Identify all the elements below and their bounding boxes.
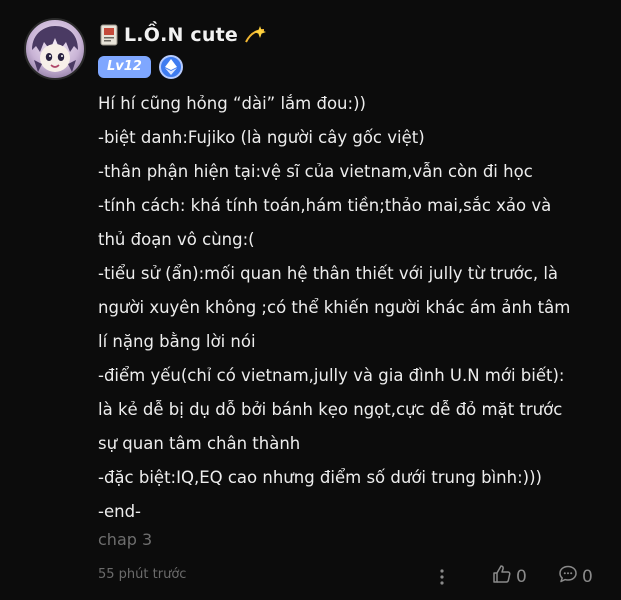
comment-button[interactable]: 0 <box>558 564 593 589</box>
content-line: -tính cách: khá tính toán,hám tiền;thảo … <box>98 196 552 215</box>
like-button[interactable]: 0 <box>492 564 527 589</box>
author-name[interactable]: L.Ồ.N cute <box>124 24 238 46</box>
comment-card: L.Ồ.N cute Lv12 Hí hí cũng hỏng “dài” lắ… <box>0 0 621 600</box>
content-line: -thân phận hiện tại:vệ sĩ của vietnam,vẫ… <box>98 162 533 181</box>
avatar[interactable] <box>24 18 86 80</box>
post-content: Hí hí cũng hỏng “dài” lắm đou:)) -biệt d… <box>98 87 603 529</box>
content-line: -biệt danh:Fujiko (là người cây gốc việt… <box>98 128 425 147</box>
content-line: thủ đoạn vô cùng:( <box>98 230 255 249</box>
content-line: Hí hí cũng hỏng “dài” lắm đou:)) <box>98 94 366 113</box>
chapter-label: chap 3 <box>98 530 153 549</box>
identification-card-icon <box>100 24 118 46</box>
comment-count: 0 <box>582 566 593 587</box>
more-options-icon[interactable] <box>438 568 446 586</box>
badge-row: Lv12 <box>98 55 183 79</box>
like-count: 0 <box>516 566 527 587</box>
level-badge: Lv12 <box>98 56 151 78</box>
content-line: lí nặng bằng lời nói <box>98 332 256 351</box>
content-line: -đặc biệt:IQ,EQ cao nhưng điểm số dưới t… <box>98 468 542 487</box>
content-line: là kẻ dễ bị dụ dỗ bởi bánh kẹo ngọt,cực … <box>98 400 563 419</box>
thumbs-up-icon <box>492 564 512 589</box>
content-line: sự quan tâm chân thành <box>98 434 301 453</box>
content-line: -tiểu sử (ẩn):mối quan hệ thân thiết với… <box>98 264 559 283</box>
content-line: -end- <box>98 502 141 521</box>
comment-bubble-icon <box>558 564 578 589</box>
timestamp: 55 phút trước <box>98 567 187 582</box>
content-line: người xuyên không ;có thể khiến người kh… <box>98 298 571 317</box>
ethereum-badge-icon <box>158 55 183 79</box>
content-line: -điểm yếu(chỉ có vietnam,jully và gia đì… <box>98 366 565 385</box>
dizzy-sparkle-icon <box>244 24 268 46</box>
author-name-row[interactable]: L.Ồ.N cute <box>100 22 268 48</box>
